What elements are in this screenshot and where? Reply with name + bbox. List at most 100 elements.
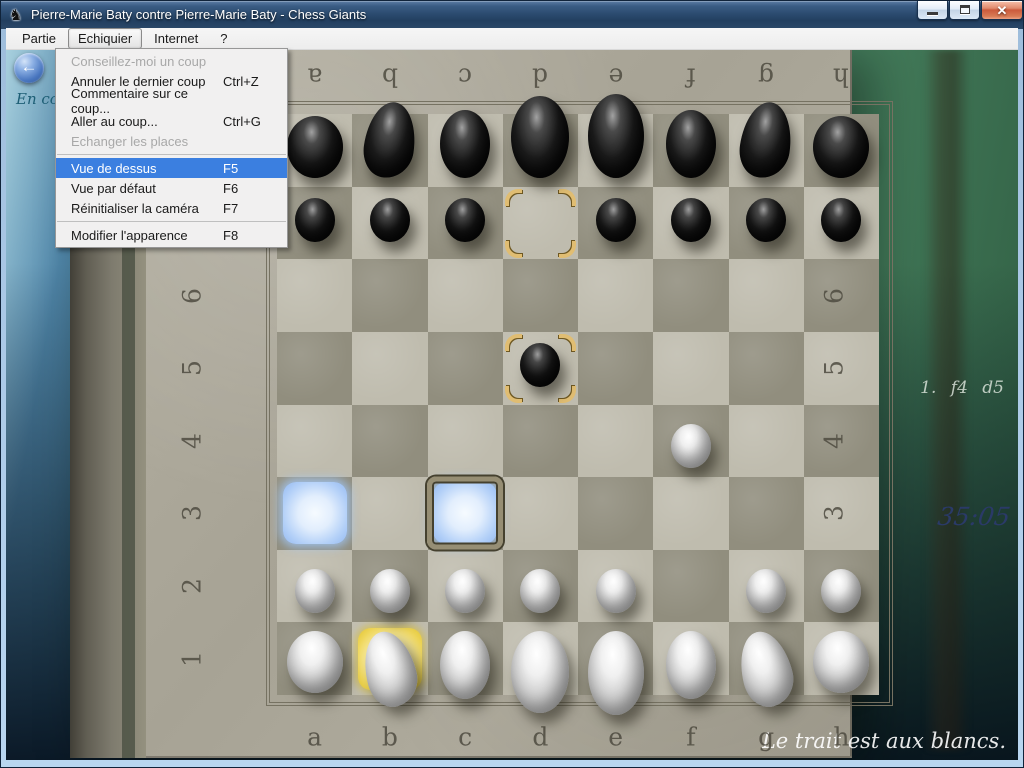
piece-white-bishop-f1[interactable] [666, 631, 716, 699]
square-a6[interactable] [277, 259, 352, 332]
file-label-top-g: g [758, 63, 774, 92]
piece-white-pawn-f4[interactable] [671, 424, 711, 468]
piece-white-bishop-c1[interactable] [440, 631, 490, 699]
echiquier-dropdown-menu: Conseillez-moi un coup Annuler le dernie… [55, 48, 288, 248]
piece-black-rook-h8[interactable] [813, 116, 869, 178]
piece-white-pawn-d2[interactable] [520, 569, 560, 613]
file-label-bottom-h: h [833, 723, 849, 752]
piece-black-pawn-h7[interactable] [821, 198, 861, 242]
menu-item-modifier-l-apparence[interactable]: Modifier l'apparence F8 [56, 225, 287, 245]
square-g4[interactable] [729, 405, 804, 478]
menu-help[interactable]: ? [210, 28, 237, 49]
move-target-highlight-a3 [283, 482, 347, 544]
piece-black-pawn-f7[interactable] [671, 198, 711, 242]
square-d6[interactable] [503, 259, 578, 332]
rank-label-right-5: 5 [820, 360, 849, 376]
piece-white-pawn-e2[interactable] [596, 569, 636, 613]
menu-item-aller-au-coup[interactable]: Aller au coup... Ctrl+G [56, 111, 287, 131]
file-label-bottom-a: a [307, 723, 322, 752]
square-f6[interactable] [653, 259, 728, 332]
square-e4[interactable] [578, 405, 653, 478]
rank-label-left-2: 2 [178, 578, 207, 594]
file-label-top-h: h [833, 63, 849, 92]
square-g5[interactable] [729, 332, 804, 405]
cursor-frame [427, 477, 503, 550]
piece-black-pawn-d5[interactable] [520, 343, 560, 387]
square-b4[interactable] [352, 405, 427, 478]
rank-label-right-3: 3 [820, 505, 849, 521]
square-b3[interactable] [352, 477, 427, 550]
piece-black-pawn-b7[interactable] [370, 198, 410, 242]
background-shadow-streak [924, 50, 970, 750]
menu-item-vue-de-dessus[interactable]: Vue de dessus F5 [56, 158, 287, 178]
minimize-button[interactable] [917, 1, 948, 20]
menu-item-reinitialiser-la-camera[interactable]: Réinitialiser la caméra F7 [56, 198, 287, 218]
left-arrow-icon: ← [21, 57, 38, 76]
square-b6[interactable] [352, 259, 427, 332]
menu-item-conseillez-moi-un-coup[interactable]: Conseillez-moi un coup [56, 51, 287, 71]
piece-white-rook-h1[interactable] [813, 631, 869, 693]
back-button[interactable]: ← [14, 53, 44, 83]
close-icon: ✕ [997, 3, 1008, 18]
piece-white-pawn-h2[interactable] [821, 569, 861, 613]
maximize-button[interactable] [949, 1, 980, 20]
file-label-top-d: d [532, 63, 548, 92]
piece-white-king-e1[interactable] [588, 631, 644, 715]
maximize-icon [960, 5, 970, 14]
square-e5[interactable] [578, 332, 653, 405]
titlebar[interactable]: ♞ Pierre-Marie Baty contre Pierre-Marie … [1, 1, 1023, 29]
menubar: Partie Echiquier Internet ? [6, 28, 1018, 50]
menu-separator [57, 154, 286, 155]
file-label-bottom-g: g [758, 723, 774, 752]
square-a5[interactable] [277, 332, 352, 405]
file-label-top-b: b [382, 63, 398, 92]
square-b5[interactable] [352, 332, 427, 405]
piece-white-pawn-b2[interactable] [370, 569, 410, 613]
square-f3[interactable] [653, 477, 728, 550]
app-icon: ♞ [9, 7, 27, 24]
square-d3[interactable] [503, 477, 578, 550]
rank-label-left-4: 4 [178, 433, 207, 449]
square-d4[interactable] [503, 405, 578, 478]
piece-black-bishop-f8[interactable] [666, 110, 716, 178]
piece-black-pawn-g7[interactable] [746, 198, 786, 242]
rank-label-left-3: 3 [178, 505, 207, 521]
piece-white-pawn-g2[interactable] [746, 569, 786, 613]
square-f2[interactable] [653, 550, 728, 623]
piece-black-pawn-e7[interactable] [596, 198, 636, 242]
piece-white-pawn-a2[interactable] [295, 569, 335, 613]
square-c4[interactable] [428, 405, 503, 478]
square-a4[interactable] [277, 405, 352, 478]
square-c6[interactable] [428, 259, 503, 332]
square-g6[interactable] [729, 259, 804, 332]
file-label-bottom-e: e [608, 723, 623, 752]
app-window: ♞ Pierre-Marie Baty contre Pierre-Marie … [0, 0, 1024, 768]
piece-black-rook-a8[interactable] [287, 116, 343, 178]
rank-label-right-6: 6 [820, 288, 849, 304]
piece-black-bishop-c8[interactable] [440, 110, 490, 178]
piece-black-pawn-c7[interactable] [445, 198, 485, 242]
file-label-top-a: a [307, 63, 322, 92]
piece-black-pawn-a7[interactable] [295, 198, 335, 242]
square-f5[interactable] [653, 332, 728, 405]
menu-internet[interactable]: Internet [144, 28, 208, 49]
piece-white-rook-a1[interactable] [287, 631, 343, 693]
file-label-top-c: c [458, 63, 472, 92]
menu-partie[interactable]: Partie [12, 28, 66, 49]
menu-item-commentaire-sur-ce-coup[interactable]: Commentaire sur ce coup... [56, 91, 287, 111]
minimize-icon [927, 12, 938, 15]
square-c5[interactable] [428, 332, 503, 405]
menu-echiquier[interactable]: Echiquier [68, 28, 142, 49]
piece-black-queen-d8[interactable] [511, 96, 569, 178]
square-g3[interactable] [729, 477, 804, 550]
file-label-bottom-f: f [686, 723, 695, 752]
piece-black-king-e8[interactable] [588, 94, 644, 178]
menu-item-vue-par-defaut[interactable]: Vue par défaut F6 [56, 178, 287, 198]
square-e6[interactable] [578, 259, 653, 332]
menu-separator [57, 221, 286, 222]
close-button[interactable]: ✕ [981, 1, 1023, 20]
square-e3[interactable] [578, 477, 653, 550]
piece-white-pawn-c2[interactable] [445, 569, 485, 613]
piece-white-queen-d1[interactable] [511, 631, 569, 713]
menu-item-echanger-les-places[interactable]: Echanger les places [56, 131, 287, 151]
